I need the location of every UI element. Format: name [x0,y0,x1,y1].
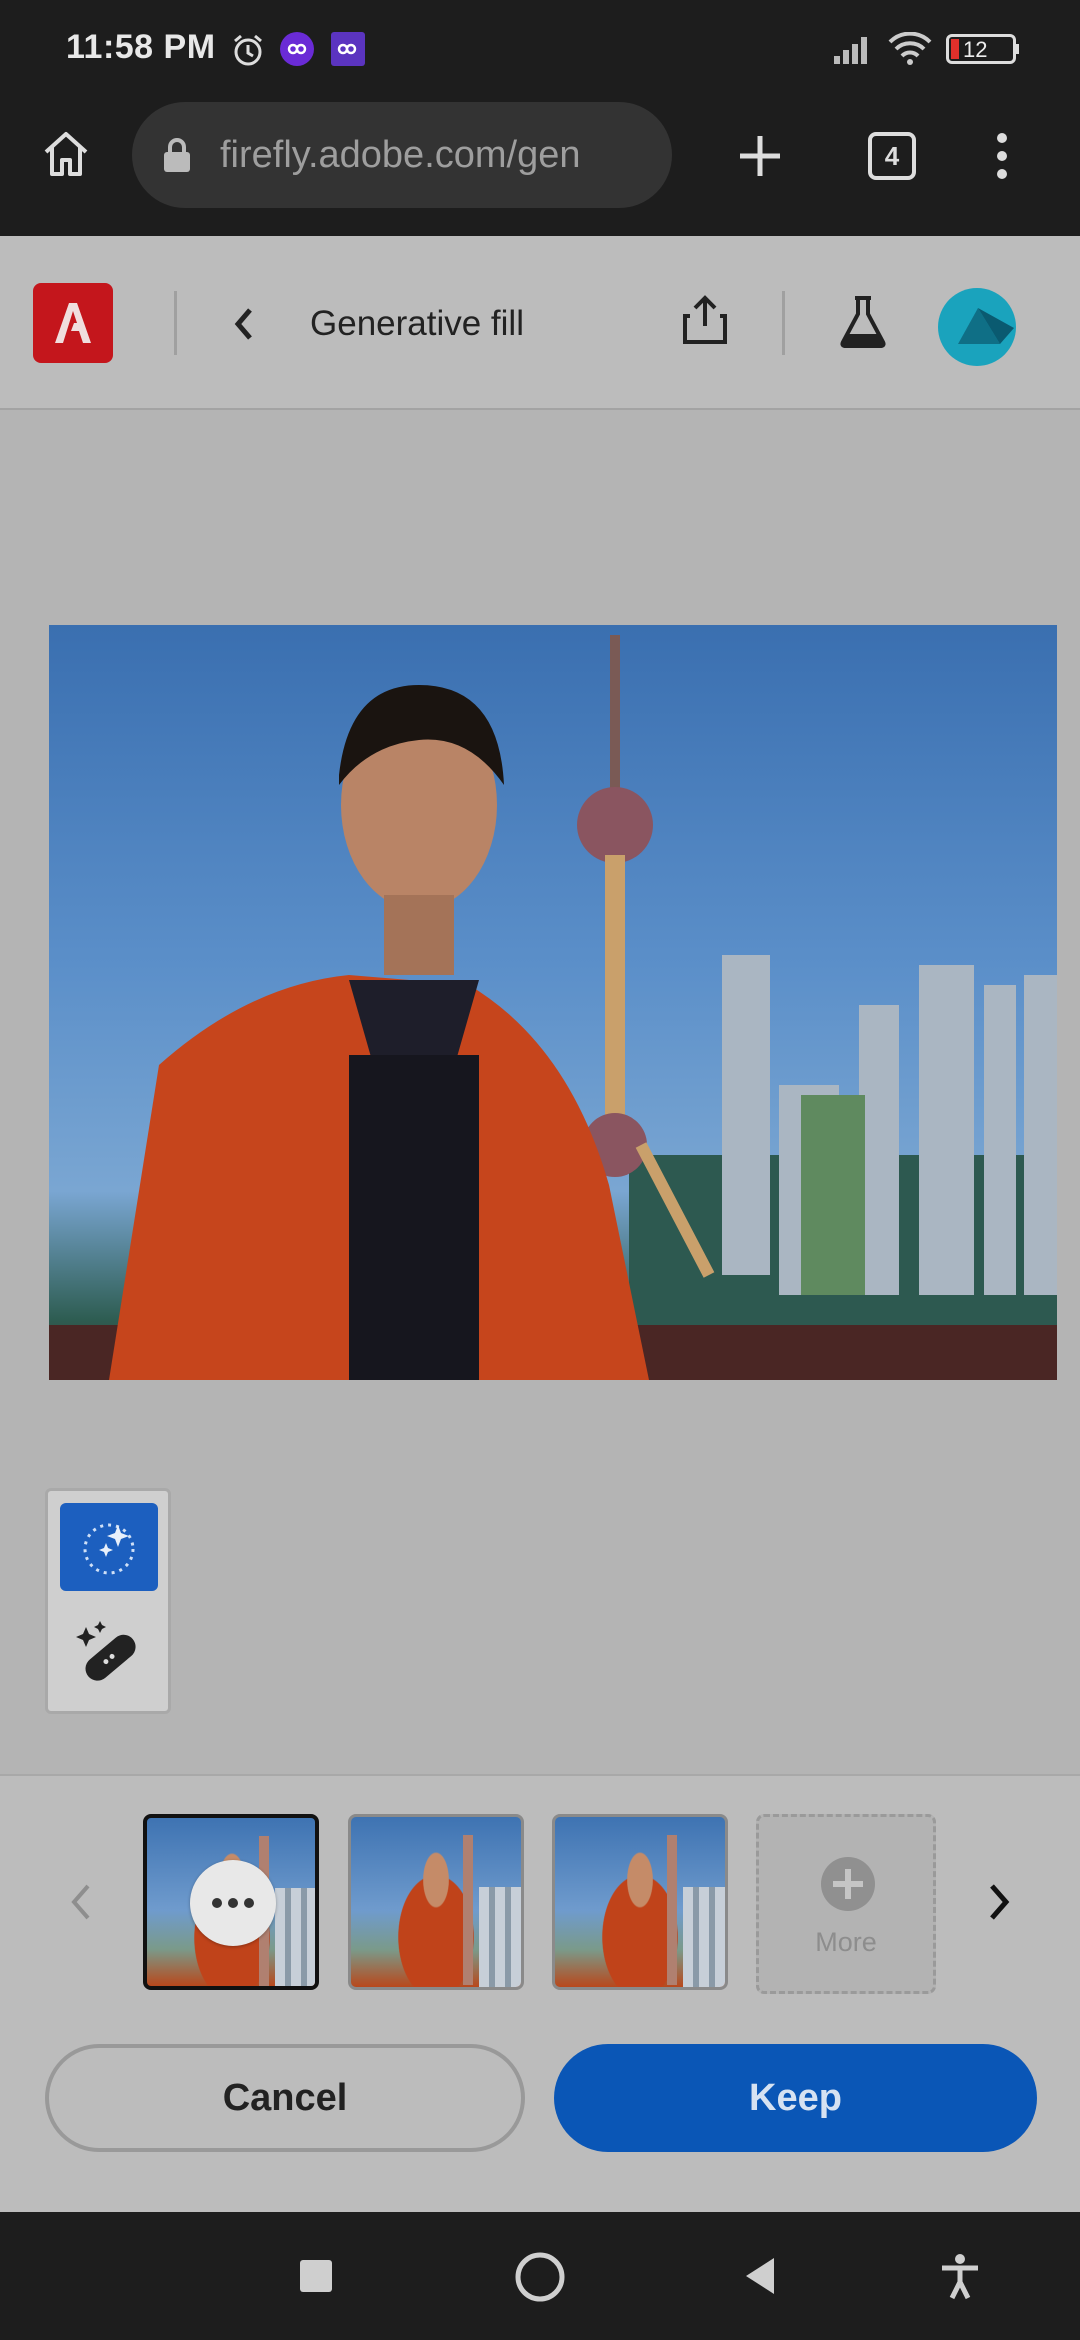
url-bar[interactable]: firefly.adobe.com/gen [132,102,672,208]
signal-icon [834,37,867,64]
insert-sparkle-icon [83,1523,135,1575]
back-icon[interactable] [230,304,258,344]
url-text: firefly.adobe.com/gen [220,134,581,176]
variation-thumb-2[interactable] [348,1814,524,1990]
wifi-icon [888,32,932,65]
more-variations-button[interactable]: More [756,1814,936,1994]
image-content [49,635,1057,1380]
tab-count: 4 [884,141,900,171]
lab-flask-icon[interactable] [838,294,888,350]
editor-canvas[interactable] [0,410,1080,1774]
link-app-icon [280,32,314,66]
new-tab-icon[interactable] [736,132,784,180]
variations-sheet: More Cancel Keep [0,1774,1080,2214]
system-nav-bar [0,2212,1080,2340]
chevron-right-icon[interactable] [984,1880,1014,1924]
edited-image[interactable] [49,625,1057,1380]
page-title: Generative fill [310,304,524,343]
avatar[interactable] [938,288,1016,366]
battery-level: 12 [963,37,988,62]
menu-icon[interactable] [992,130,1012,182]
plus-icon [821,1857,875,1911]
cancel-button[interactable]: Cancel [45,2044,525,2152]
tool-insert[interactable] [60,1503,158,1591]
tool-panel [45,1488,171,1714]
home-icon[interactable] [40,128,92,180]
back-triangle-icon[interactable] [742,2256,778,2296]
share-icon[interactable] [680,292,730,348]
status-bar: 11:58 PM 12 [0,0,1080,96]
alarm-icon [234,34,262,66]
variation-thumb-3[interactable] [552,1814,728,1990]
link-app-icon [331,32,365,66]
remove-bandage-icon [76,1621,136,1681]
recents-square-icon[interactable] [300,2260,332,2292]
header-divider [174,291,177,355]
battery-icon: 12 [946,34,1019,64]
variation-options-button[interactable] [190,1860,276,1946]
adobe-icon[interactable] [33,283,113,363]
more-label: More [815,1927,877,1957]
browser-toolbar: firefly.adobe.com/gen 4 [0,96,1080,236]
header-divider [782,291,785,355]
tool-remove[interactable] [60,1609,158,1697]
app-header: Generative fill [0,236,1080,410]
chevron-left-icon[interactable] [66,1880,96,1924]
keep-button[interactable]: Keep [554,2044,1037,2152]
home-circle-icon[interactable] [513,2250,567,2304]
tabs-button[interactable]: 4 [868,132,916,180]
accessibility-icon[interactable] [938,2252,982,2300]
more-dots-icon [212,1898,254,1908]
status-time: 11:58 PM [66,28,216,66]
lock-icon [164,138,190,172]
